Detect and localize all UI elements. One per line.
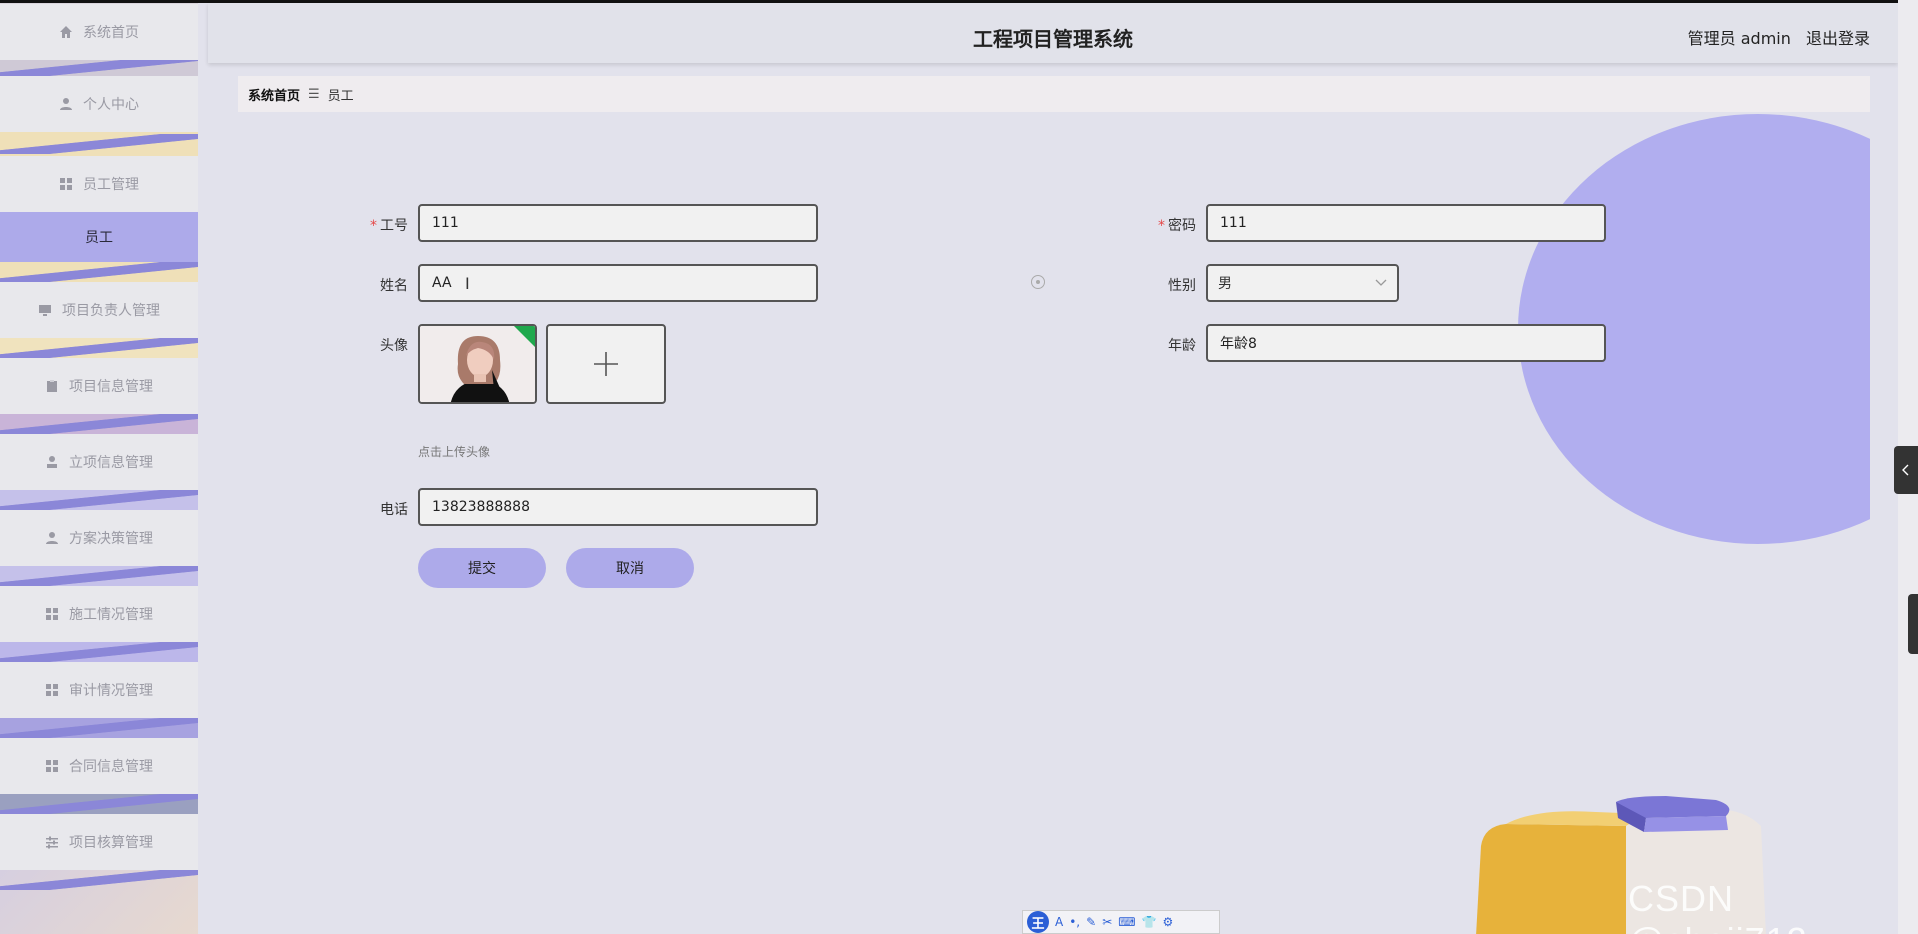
sidebar-item-project-leader-management[interactable]: 项目负责人管理: [0, 282, 198, 338]
sidebar-item-plan-decision-management[interactable]: 方案决策管理: [0, 510, 198, 566]
sidebar-item-project-info-management[interactable]: 项目信息管理: [0, 358, 198, 414]
user-role: 管理员 admin: [1687, 29, 1791, 48]
user-icon: [45, 531, 59, 545]
ime-logo-icon[interactable]: 王: [1027, 911, 1049, 933]
sidebar-item-construction-management[interactable]: 施工情况管理: [0, 586, 198, 642]
ime-toolbar: 王 A •, ✎ ✂ ⌨ 👕 ⚙: [1022, 910, 1220, 934]
breadcrumb-current: 员工: [327, 88, 354, 104]
phone-input[interactable]: 13823888888: [418, 488, 818, 526]
breadcrumb: 系统首页 ☰ 员工: [238, 76, 1870, 112]
sidebar-item-label: 立项信息管理: [69, 455, 153, 471]
avatar-upload-hint: 点击上传头像: [418, 445, 491, 459]
age-label: 年龄: [1168, 338, 1196, 354]
scissors-icon[interactable]: ✂: [1102, 915, 1112, 929]
stripe-decoration: [0, 262, 198, 282]
sidebar-item-label: 项目信息管理: [69, 379, 153, 395]
clipboard-icon: [45, 379, 59, 393]
avatar-thumbnail[interactable]: [418, 324, 537, 404]
sidebar-item-employee-management[interactable]: 员工管理: [0, 156, 198, 212]
sidebar: 系统首页 个人中心 员工管理 员工 项目负责人管理 项目信息管理 立项信息管理: [0, 0, 198, 934]
sidebar-item-audit-management[interactable]: 审计情况管理: [0, 662, 198, 718]
sidebar-item-accounting-management[interactable]: 项目核算管理: [0, 814, 198, 870]
employee-no-label: * 工号: [370, 218, 408, 234]
sidebar-item-label: 员工: [85, 230, 113, 246]
header: 工程项目管理系统 管理员 admin 退出登录: [208, 3, 1898, 63]
skin-icon[interactable]: 👕: [1142, 915, 1157, 929]
gear-icon[interactable]: ⚙: [1163, 915, 1174, 929]
password-input[interactable]: 111: [1206, 204, 1606, 242]
breadcrumb-separator-icon: ☰: [308, 86, 320, 102]
breadcrumb-home[interactable]: 系统首页: [248, 85, 300, 104]
sidebar-item-project-approval-management[interactable]: 立项信息管理: [0, 434, 198, 490]
sidebar-item-label: 合同信息管理: [69, 759, 153, 775]
stripe-decoration: [0, 870, 198, 890]
logout-link[interactable]: 退出登录: [1806, 29, 1870, 48]
phone-label: 电话: [380, 502, 408, 518]
sidebar-item-label: 系统首页: [83, 25, 139, 41]
watermark: CSDN @sheji712: [1628, 878, 1807, 934]
password-label: * 密码: [1158, 218, 1196, 234]
grid-icon: [45, 759, 59, 773]
avatar-label: 头像: [380, 338, 408, 354]
home-icon: [59, 25, 73, 39]
stripe-decoration: [0, 566, 198, 586]
punctuation-icon[interactable]: •,: [1069, 915, 1080, 929]
side-handle[interactable]: [1908, 594, 1918, 654]
keyboard-icon[interactable]: ⌨: [1118, 915, 1135, 929]
sidebar-item-label: 方案决策管理: [69, 531, 153, 547]
drag-handle-icon[interactable]: [1031, 275, 1045, 289]
sidebar-item-contract-management[interactable]: 合同信息管理: [0, 738, 198, 794]
sidebar-item-label: 项目核算管理: [69, 835, 153, 851]
gender-label: 性别: [1168, 278, 1196, 294]
sidebar-item-label: 项目负责人管理: [62, 303, 160, 319]
page-title: 工程项目管理系统: [973, 27, 1133, 51]
user-icon: [59, 97, 73, 111]
stamp-icon: [45, 455, 59, 469]
sidebar-item-label: 审计情况管理: [69, 683, 153, 699]
avatar-image: [420, 326, 535, 402]
grid-icon: [45, 683, 59, 697]
employee-no-input[interactable]: 111: [418, 204, 818, 242]
stripe-decoration: [0, 134, 198, 154]
stripe-decoration: [0, 794, 198, 814]
submit-button[interactable]: 提交: [418, 548, 546, 588]
sidebar-item-label: 员工管理: [83, 177, 139, 193]
chevron-left-icon: [1902, 464, 1909, 476]
sidebar-item-employee[interactable]: 员工: [0, 212, 198, 262]
stripe-decoration: [0, 718, 198, 738]
stripe-decoration: [0, 642, 198, 662]
stripe-decoration: [0, 414, 198, 434]
name-label: 姓名: [380, 278, 408, 294]
grid-icon: [59, 177, 73, 191]
stripe-decoration: [0, 338, 198, 358]
sidebar-item-label: 施工情况管理: [69, 607, 153, 623]
ime-mode-icon[interactable]: A: [1055, 915, 1063, 929]
pen-icon[interactable]: ✎: [1086, 915, 1096, 929]
monitor-icon: [38, 303, 52, 317]
stripe-decoration: [0, 490, 198, 510]
sidebar-item-label: 个人中心: [83, 97, 139, 113]
cancel-button[interactable]: 取消: [566, 548, 694, 588]
plus-icon: [594, 352, 618, 376]
sidebar-item-personal-center[interactable]: 个人中心: [0, 76, 198, 132]
age-input[interactable]: 年龄8: [1206, 324, 1606, 362]
text-cursor-icon: Ι: [465, 274, 470, 293]
grid-icon: [45, 607, 59, 621]
collapse-panel-button[interactable]: [1894, 446, 1918, 494]
sidebar-item-home[interactable]: 系统首页: [0, 4, 198, 60]
name-input[interactable]: AA: [418, 264, 818, 302]
sliders-icon: [45, 835, 59, 849]
user-area: 管理员 admin 退出登录: [1678, 25, 1870, 49]
avatar-upload-button[interactable]: [546, 324, 666, 404]
gender-select[interactable]: 男: [1206, 264, 1399, 302]
gender-select-value: 男: [1218, 276, 1232, 292]
chevron-down-icon: [1375, 275, 1387, 291]
